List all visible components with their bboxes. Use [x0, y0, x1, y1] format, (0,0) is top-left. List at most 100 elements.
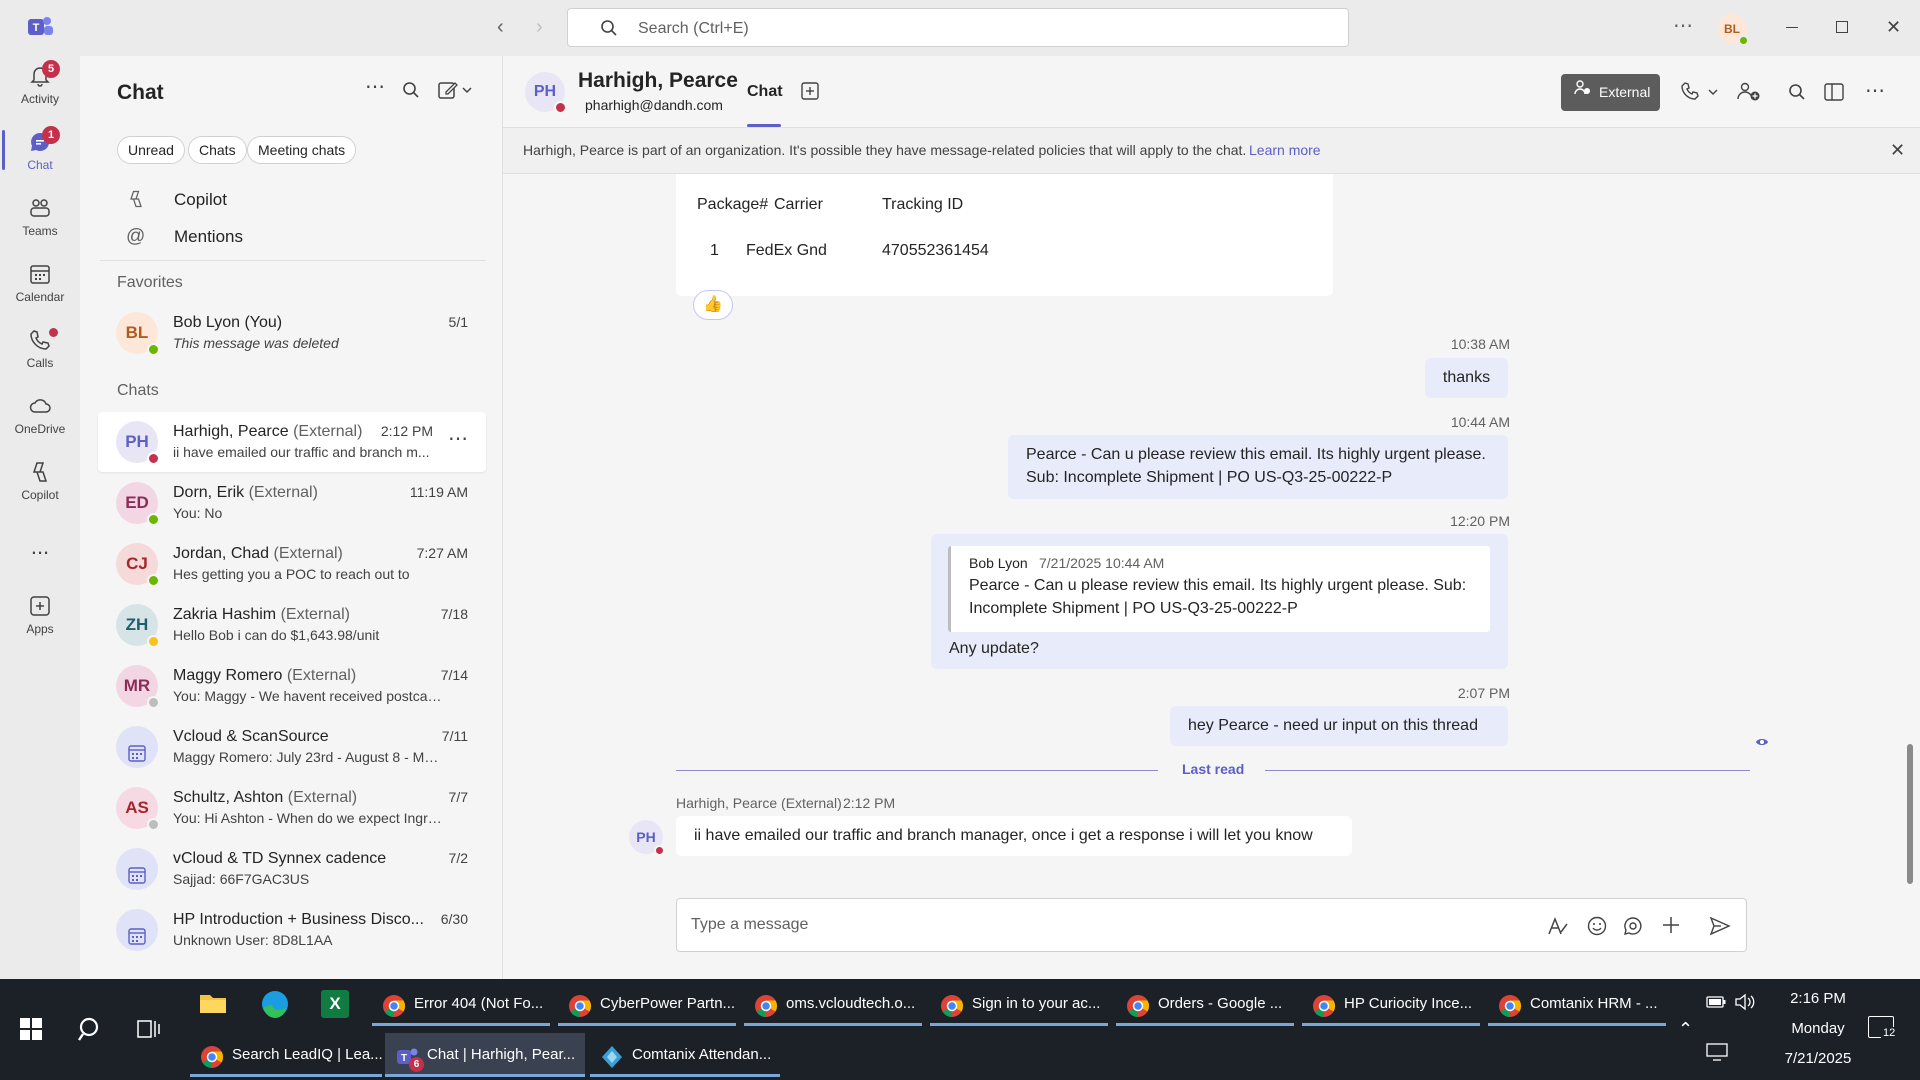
- rail-activity[interactable]: Activity 5: [0, 60, 80, 106]
- chat-name-row: Maggy Romero (External): [173, 667, 356, 685]
- header-more-icon[interactable]: ⋯: [1865, 78, 1885, 103]
- clock-time[interactable]: 2:16 PM: [1776, 990, 1860, 1007]
- edge-browser-icon[interactable]: [260, 989, 290, 1023]
- quoted-message[interactable]: Bob Lyon 7/21/2025 10:44 AM Pearce - Can…: [948, 546, 1490, 632]
- loop-component-icon[interactable]: [1623, 916, 1643, 940]
- external-badge-button[interactable]: External: [1561, 74, 1660, 111]
- filter-unread[interactable]: Unread: [117, 136, 185, 164]
- chat-time: 7/11: [441, 728, 468, 744]
- format-icon[interactable]: [1547, 916, 1569, 940]
- rail-chat[interactable]: Chat 1: [0, 126, 80, 172]
- chat-list-item[interactable]: ED Dorn, Erik (External) You: No 11:19 AM: [98, 473, 486, 533]
- user-avatar[interactable]: BL: [1717, 14, 1749, 46]
- rail-apps[interactable]: Apps: [0, 594, 80, 636]
- chat-list-item[interactable]: PH Harhigh, Pearce (External) ii have emai…: [98, 412, 486, 472]
- message-composer[interactable]: Type a message: [676, 898, 1747, 952]
- emoji-icon[interactable]: [1587, 916, 1607, 940]
- received-message[interactable]: ii have emailed our traffic and branch m…: [676, 816, 1352, 856]
- search-input[interactable]: Search (Ctrl+E): [567, 8, 1349, 47]
- sent-message-with-quote[interactable]: Bob Lyon 7/21/2025 10:44 AM Pearce - Can…: [931, 534, 1508, 669]
- chat-list-item[interactable]: vCloud & TD Synnex cadence Sajjad: 66F7GA…: [98, 839, 486, 899]
- clock-day[interactable]: Monday: [1776, 1020, 1860, 1037]
- side-panel-icon[interactable]: [1824, 83, 1844, 105]
- filter-meeting-chats[interactable]: Meeting chats: [247, 136, 357, 164]
- new-chat-icon[interactable]: [438, 80, 472, 104]
- rail-teams[interactable]: Teams: [0, 196, 80, 238]
- chat-list-item[interactable]: HP Introduction + Business Disco... Unkno…: [98, 900, 486, 960]
- taskbar-app[interactable]: oms.vcloudtech.o...: [744, 982, 922, 1026]
- contact-avatar[interactable]: PH: [525, 72, 567, 114]
- add-tab-icon[interactable]: [801, 82, 819, 104]
- seen-eye-icon: [1755, 734, 1769, 751]
- tray-chevron-icon[interactable]: ⌃: [1678, 1019, 1693, 1040]
- close-window-button[interactable]: ✕: [1886, 17, 1901, 37]
- add-attachment-icon[interactable]: [1661, 915, 1681, 939]
- minimize-button[interactable]: [1786, 27, 1798, 28]
- network-icon[interactable]: [1706, 1043, 1728, 1065]
- chat-preview: Hello Bob i can do $1,643.98/unit: [173, 627, 380, 643]
- taskbar-app[interactable]: T Chat | Harhigh, Pear... 6: [385, 1033, 585, 1077]
- conversation-search-icon[interactable]: [1788, 83, 1806, 105]
- taskbar-app[interactable]: HP Curiocity Ince...: [1302, 982, 1480, 1026]
- chat-list-more-icon[interactable]: ⋯: [365, 74, 385, 99]
- filter-search-icon[interactable]: [402, 81, 420, 103]
- rail-calendar[interactable]: Calendar: [0, 262, 80, 304]
- taskbar-app[interactable]: Search LeadIQ | Lea...: [190, 1033, 382, 1077]
- windows-start-icon[interactable]: [20, 1018, 42, 1044]
- taskbar-app[interactable]: Sign in to your ac...: [930, 982, 1108, 1026]
- taskbar-app[interactable]: Error 404 (Not Fo...: [372, 982, 550, 1026]
- avatar-initials: AS: [125, 798, 149, 817]
- sent-message[interactable]: thanks: [1425, 358, 1508, 398]
- taskbar-app[interactable]: CyberPower Partn...: [558, 982, 736, 1026]
- close-banner-icon[interactable]: ✕: [1890, 140, 1905, 161]
- taskbar-app-label: Sign in to your ac...: [972, 995, 1101, 1012]
- tab-chat[interactable]: Chat: [747, 83, 783, 101]
- volume-icon[interactable]: [1734, 993, 1756, 1015]
- chat-time: 2:12 PM: [380, 423, 433, 439]
- rail-onedrive[interactable]: OneDrive: [0, 394, 80, 436]
- nav-copilot[interactable]: Copilot: [174, 190, 227, 210]
- call-icon[interactable]: [1681, 82, 1719, 106]
- add-people-icon[interactable]: [1737, 81, 1761, 107]
- scrollbar-thumb[interactable]: [1907, 744, 1913, 884]
- filter-chats[interactable]: Chats: [188, 136, 247, 164]
- chat-list-item[interactable]: MR Maggy Romero (External) You: Maggy - We…: [98, 656, 486, 716]
- message-timestamp: 2:07 PM: [1457, 685, 1510, 701]
- sent-message[interactable]: Pearce - Can u please review this email.…: [1008, 435, 1508, 499]
- file-explorer-icon[interactable]: [199, 991, 227, 1019]
- nav-mentions[interactable]: Mentions: [174, 227, 243, 247]
- taskbar-app[interactable]: Orders - Google ...: [1116, 982, 1294, 1026]
- notification-center-icon[interactable]: 12: [1868, 1016, 1898, 1039]
- more-options-icon[interactable]: ⋯: [1673, 16, 1693, 36]
- chat-list-item[interactable]: BL Bob Lyon (You) This message was deleted…: [98, 303, 486, 363]
- table-header-carrier: Carrier: [774, 196, 823, 213]
- chat-list-item[interactable]: CJ Jordan, Chad (External) Hes getting you…: [98, 534, 486, 594]
- chat-list-item[interactable]: ZH Zakria Hashim (External) Hello Bob i ca…: [98, 595, 486, 655]
- learn-more-link[interactable]: Learn more: [1249, 142, 1321, 158]
- forward-arrow-icon[interactable]: ›: [536, 17, 543, 37]
- sent-message[interactable]: hey Pearce - need ur input on this threa…: [1170, 706, 1508, 746]
- chat-list-item[interactable]: AS Schultz, Ashton (External) You: Hi Asht…: [98, 778, 486, 838]
- rail-calls[interactable]: Calls: [0, 328, 80, 370]
- chat-item-more-icon[interactable]: ⋯: [448, 426, 468, 451]
- chat-name-row: HP Introduction + Business Disco...: [173, 911, 424, 929]
- taskbar-app[interactable]: Comtanix HRM - ...: [1488, 982, 1666, 1026]
- thumbs-up-reaction[interactable]: 👍: [693, 290, 733, 320]
- rail-more-apps[interactable]: ...: [0, 534, 80, 560]
- battery-icon[interactable]: [1706, 995, 1726, 1013]
- taskbar-search-icon[interactable]: [77, 1016, 103, 1046]
- sender-avatar[interactable]: PH: [629, 820, 665, 856]
- taskbar-app[interactable]: Comtanix Attendan...: [590, 1033, 780, 1077]
- maximize-button[interactable]: [1836, 21, 1848, 33]
- chat-name-row: Jordan, Chad (External): [173, 545, 343, 563]
- send-icon[interactable]: [1709, 916, 1731, 940]
- task-view-icon[interactable]: [137, 1018, 161, 1044]
- excel-icon[interactable]: X: [321, 990, 349, 1018]
- clock-date[interactable]: 7/21/2025: [1768, 1050, 1868, 1067]
- chat-list-item[interactable]: Vcloud & ScanSource Maggy Romero: July 23…: [98, 717, 486, 777]
- rail-copilot[interactable]: Copilot: [0, 460, 80, 502]
- chat-name-row: Dorn, Erik (External): [173, 484, 318, 502]
- chat-time: 7/14: [440, 667, 468, 683]
- back-arrow-icon[interactable]: ‹: [497, 17, 504, 37]
- avatar-initials: CJ: [126, 554, 148, 573]
